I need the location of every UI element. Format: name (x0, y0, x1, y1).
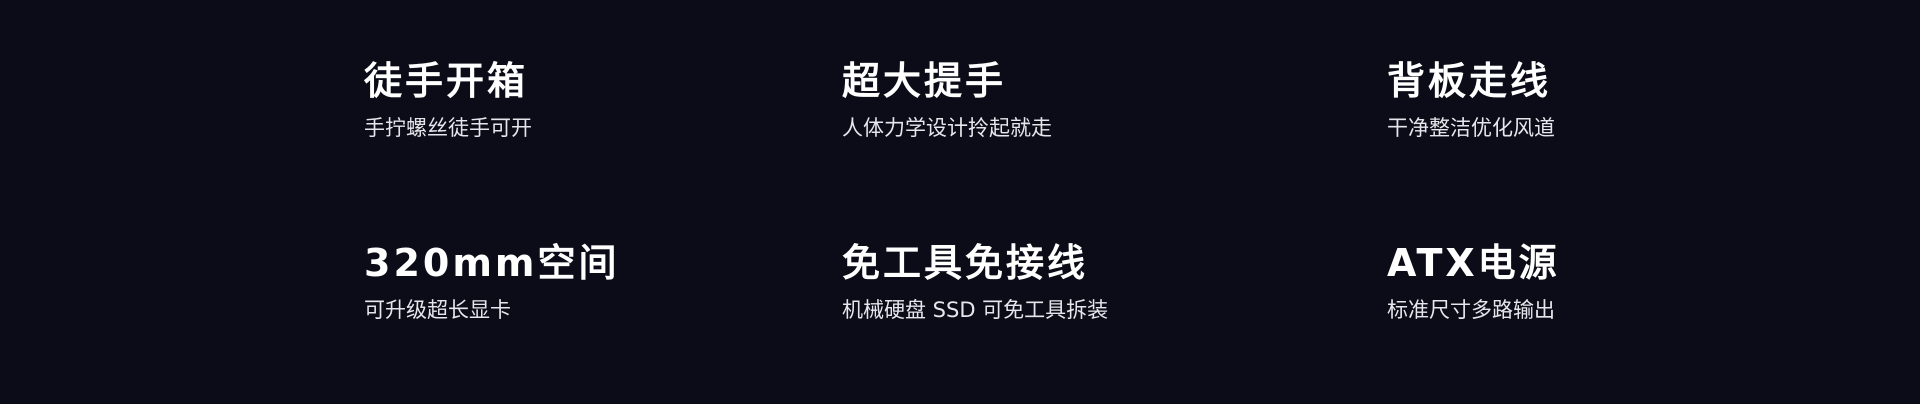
feature-description: 标准尺寸多路输出 (1387, 298, 1555, 322)
feature-back-cable-routing: 背板走线 干净整洁优化风道 (1387, 58, 1807, 142)
feature-atx-power: ATX电源 标准尺寸多路输出 (1387, 240, 1807, 324)
feature-title: 背板走线 (1387, 59, 1552, 103)
feature-grid: 徒手开箱 手拧螺丝徒手可开 超大提手 人体力学设计拎起就走 背板走线 干净整洁优… (0, 0, 1920, 404)
feature-title: 超大提手 (842, 59, 1007, 103)
feature-description: 机械硬盘 SSD 可免工具拆装 (842, 298, 1109, 322)
feature-tool-free-drives: 免工具免接线 机械硬盘 SSD 可免工具拆装 (842, 240, 1262, 324)
feature-description: 手拧螺丝徒手可开 (364, 116, 532, 140)
feature-description: 可升级超长显卡 (364, 298, 511, 322)
feature-tool-free-opening: 徒手开箱 手拧螺丝徒手可开 (364, 58, 784, 142)
feature-gpu-space: 320mm空间 可升级超长显卡 (364, 240, 784, 324)
feature-title: ATX电源 (1387, 241, 1560, 285)
feature-title: 免工具免接线 (842, 241, 1089, 285)
feature-description: 干净整洁优化风道 (1387, 116, 1555, 140)
feature-description: 人体力学设计拎起就走 (842, 116, 1052, 140)
feature-title: 320mm空间 (364, 241, 620, 285)
feature-title: 徒手开箱 (364, 59, 529, 103)
feature-large-handle: 超大提手 人体力学设计拎起就走 (842, 58, 1262, 142)
